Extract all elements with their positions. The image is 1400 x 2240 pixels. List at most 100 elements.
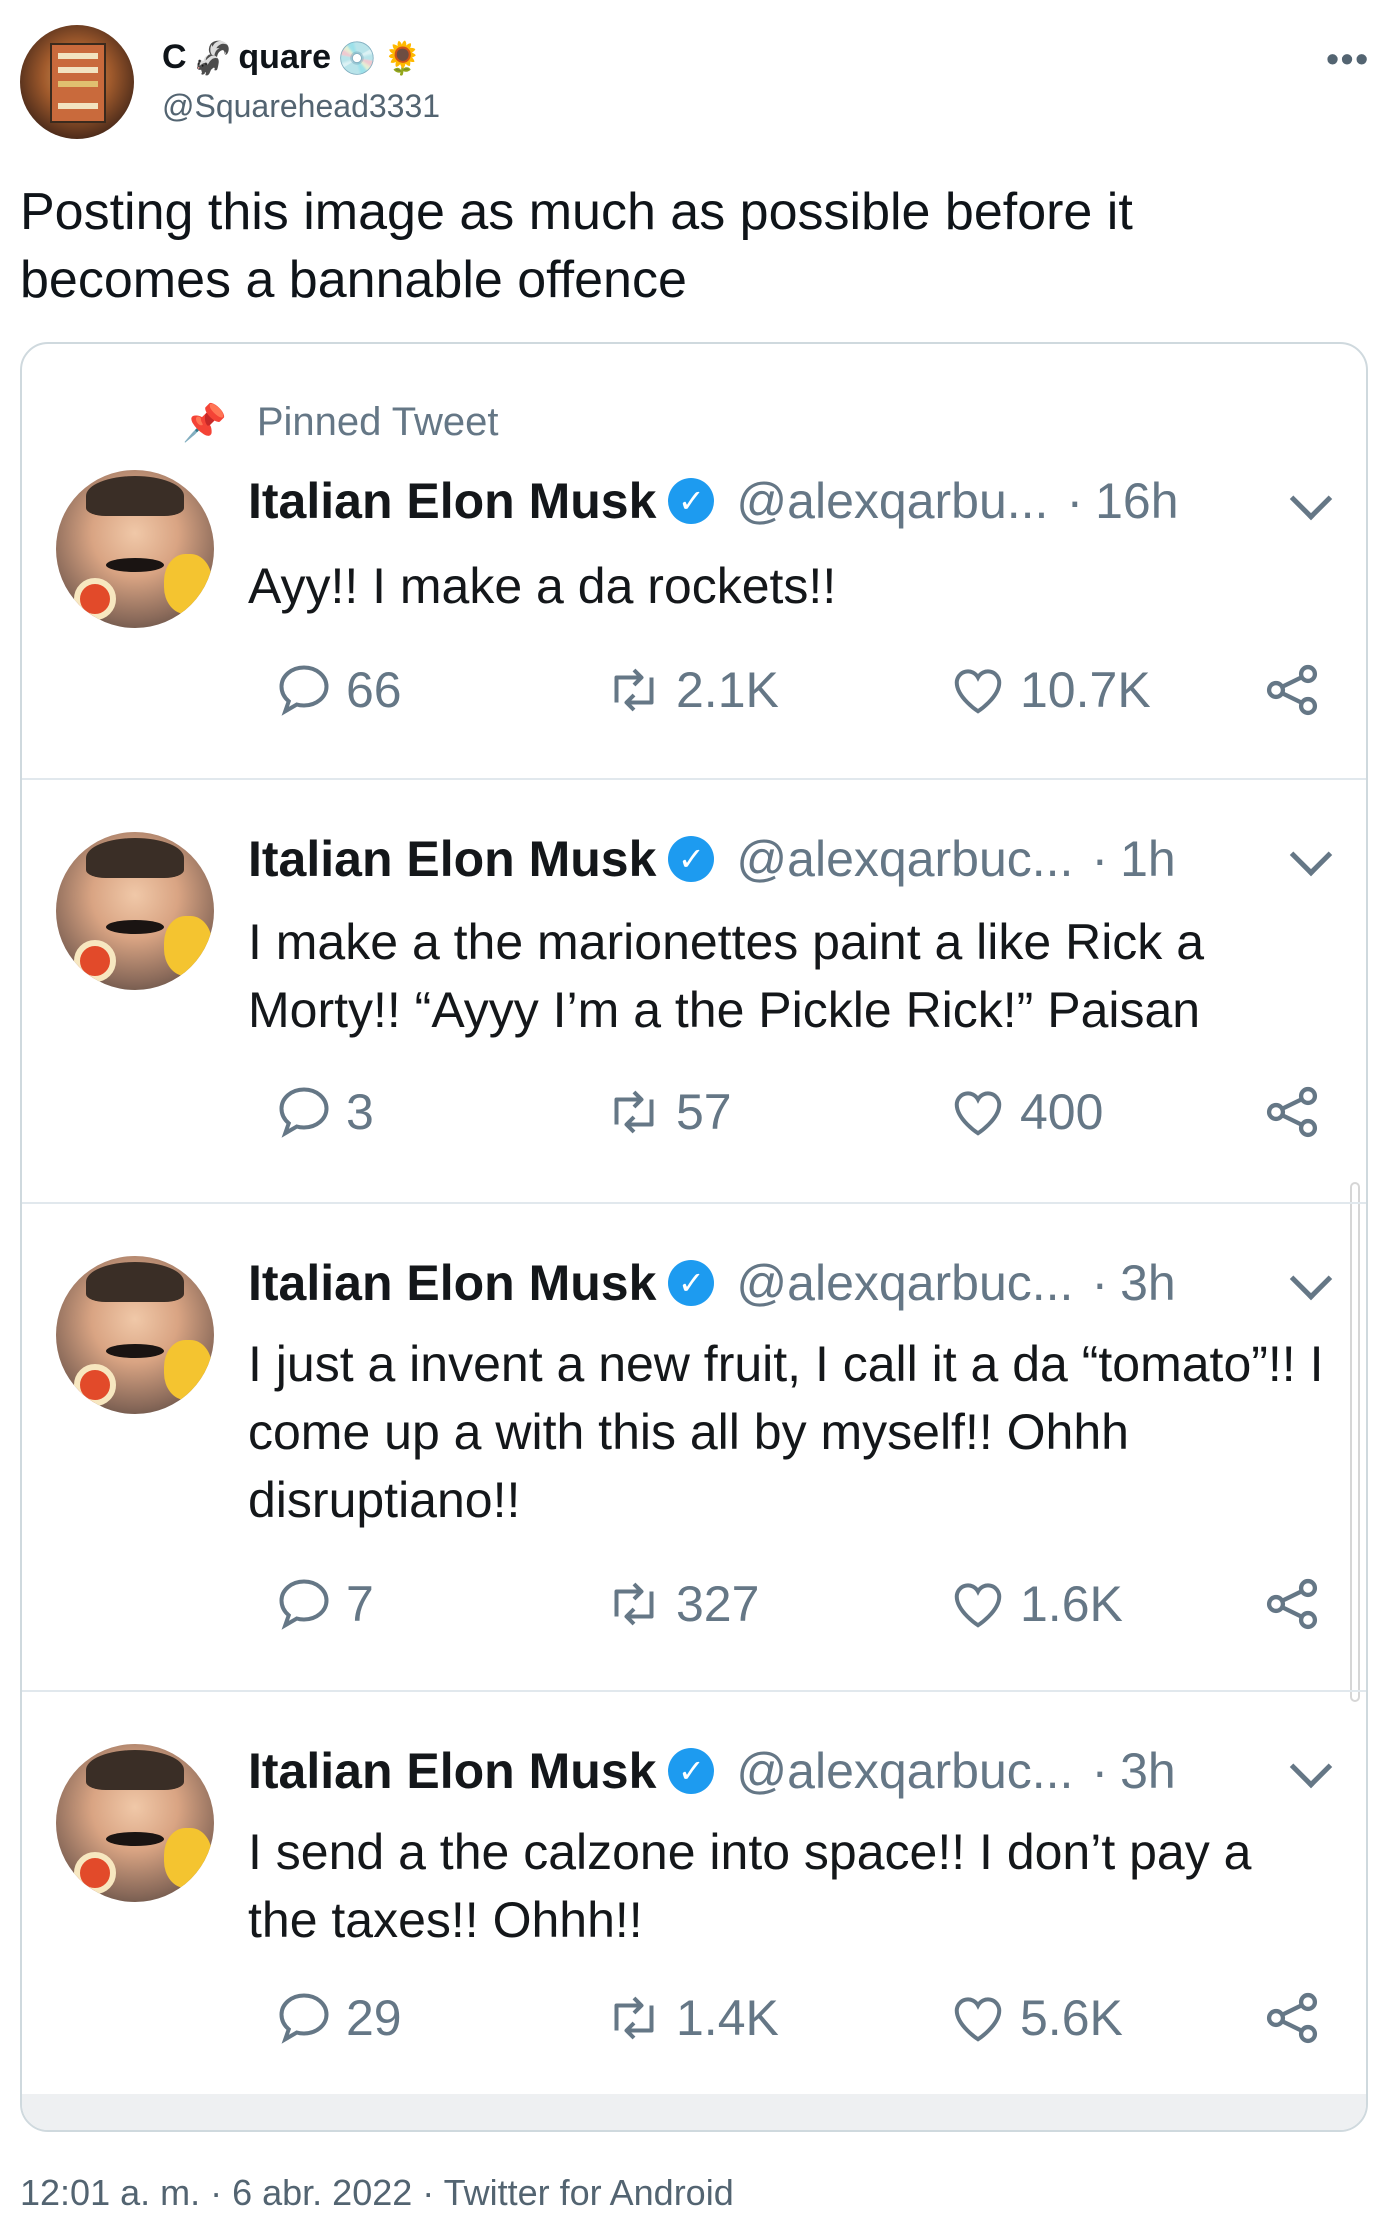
retweet-action: 57 <box>604 1082 732 1142</box>
like-count: 1.6K <box>1020 1576 1123 1632</box>
embedded-tweet: Italian Elon Musk ✓ @alexqarbuc... · 1h … <box>22 780 1366 1204</box>
timestamp: 3h <box>1120 1743 1176 1799</box>
reply-count: 66 <box>346 662 402 718</box>
chevron-down-icon <box>1289 1257 1333 1301</box>
pin-icon: 📌 <box>182 401 227 443</box>
action-bar: 66 2.1K 10.7K <box>248 660 1348 720</box>
author-name-prefix: C <box>162 38 187 76</box>
retweet-action: 2.1K <box>604 660 779 720</box>
skunk-emoji: 🦨 <box>192 39 233 76</box>
tweet-body: I send a the calzone into space!! I don’… <box>248 1824 1252 1948</box>
handle: @alexqarbuc... <box>736 1255 1074 1311</box>
tweet-image[interactable]: 📌 Pinned Tweet Italian Elon Musk ✓ @alex… <box>20 342 1368 2132</box>
like-action: 10.7K <box>948 660 1151 720</box>
embedded-tweet: Italian Elon Musk ✓ @alexqarbuc... · 3h … <box>22 1204 1366 1692</box>
reply-count: 7 <box>346 1576 374 1632</box>
avatar <box>56 1256 214 1414</box>
retweet-icon <box>614 1090 654 1134</box>
heart-icon <box>954 669 1002 714</box>
verified-icon: ✓ <box>668 1748 715 1794</box>
timestamp: 3h <box>1120 1255 1176 1311</box>
retweet-action: 327 <box>604 1574 759 1634</box>
avatar <box>56 832 214 990</box>
reply-action: 29 <box>274 1988 402 2048</box>
like-action: 1.6K <box>948 1574 1123 1634</box>
like-action: 400 <box>948 1082 1103 1142</box>
author-name[interactable]: C 🦨 quare 💿 🌻 <box>162 38 423 77</box>
more-options-icon[interactable]: ••• <box>1326 38 1370 80</box>
action-bar: 3 57 400 <box>248 1082 1348 1142</box>
like-count: 5.6K <box>1020 1990 1123 2046</box>
tweet-header: C 🦨 quare 💿 🌻 @Squarehead3331 ••• <box>0 0 1400 160</box>
image-bottom-strip <box>22 2094 1366 2130</box>
reply-action: 7 <box>274 1574 374 1634</box>
heart-icon <box>954 1583 1002 1628</box>
display-name: Italian Elon Musk <box>248 831 657 887</box>
reply-icon <box>279 1087 329 1138</box>
separator-dot: · <box>1091 1255 1109 1311</box>
heart-icon <box>954 1997 1002 2042</box>
tweet-body: Ayy!! I make a da rockets!! <box>248 558 837 614</box>
embedded-tweet: Italian Elon Musk ✓ @alexqarbuc... · 3h … <box>22 1692 1366 2102</box>
retweet-icon <box>614 668 654 712</box>
sunflower-emoji: 🌻 <box>382 39 423 76</box>
share-icon <box>1266 1086 1318 1138</box>
reply-action: 3 <box>274 1082 374 1142</box>
separator-dot: · <box>1066 473 1084 529</box>
chevron-down-icon <box>1289 833 1333 877</box>
tweet-text: Posting this image as much as possible b… <box>20 183 1133 309</box>
share-icon <box>1266 1992 1318 2044</box>
verified-icon: ✓ <box>668 478 715 524</box>
verified-icon: ✓ <box>668 1260 715 1306</box>
share-icon <box>1266 664 1318 716</box>
reply-count: 29 <box>346 1990 402 2046</box>
tweet-header-row: Italian Elon Musk ✓ @alexqarbuc... · 1h <box>248 830 1176 888</box>
tweet-body: I make a the marionettes paint a like Ri… <box>248 914 1205 1038</box>
timestamp: 1h <box>1120 831 1176 887</box>
retweet-count: 1.4K <box>676 1990 779 2046</box>
tweet-meta[interactable]: 12:01 a. m. · 6 abr. 2022 · Twitter for … <box>20 2172 734 2214</box>
tweet-header-row: Italian Elon Musk ✓ @alexqarbuc... · 3h <box>248 1254 1176 1312</box>
like-action: 5.6K <box>948 1988 1123 2048</box>
share-icon <box>1266 1578 1318 1630</box>
like-count: 400 <box>1020 1084 1104 1140</box>
author-name-suffix: quare <box>238 38 331 76</box>
retweet-icon <box>614 1582 654 1626</box>
tweet-body: I just a invent a new fruit, I call it a… <box>248 1336 1324 1528</box>
like-count: 10.7K <box>1020 662 1151 718</box>
separator-dot: · <box>1091 1743 1109 1799</box>
action-bar: 29 1.4K 5.6K <box>248 1988 1348 2048</box>
timestamp: 16h <box>1095 473 1179 529</box>
separator-dot: · <box>1091 831 1109 887</box>
author-handle[interactable]: @Squarehead3331 <box>162 88 440 125</box>
embedded-tweet: 📌 Pinned Tweet Italian Elon Musk ✓ @alex… <box>22 344 1366 780</box>
retweet-count: 2.1K <box>676 662 779 718</box>
display-name: Italian Elon Musk <box>248 473 657 529</box>
retweet-action: 1.4K <box>604 1988 779 2048</box>
disc-emoji: 💿 <box>337 39 377 76</box>
reply-icon <box>279 1993 329 2044</box>
handle: @alexqarbu... <box>736 473 1049 529</box>
tweet-header-row: Italian Elon Musk ✓ @alexqarbu... · 16h <box>248 472 1179 530</box>
tweet-header-row: Italian Elon Musk ✓ @alexqarbuc... · 3h <box>248 1742 1176 1800</box>
reply-icon <box>279 665 329 716</box>
reply-count: 3 <box>346 1084 374 1140</box>
display-name: Italian Elon Musk <box>248 1743 657 1799</box>
action-bar: 7 327 1.6K <box>248 1574 1348 1634</box>
pinned-text: Pinned Tweet <box>256 400 499 444</box>
avatar <box>56 1744 214 1902</box>
reply-icon <box>279 1579 329 1630</box>
retweet-count: 57 <box>676 1084 732 1140</box>
verified-icon: ✓ <box>668 836 715 882</box>
handle: @alexqarbuc... <box>736 831 1074 887</box>
chevron-down-icon <box>1289 1745 1333 1789</box>
display-name: Italian Elon Musk <box>248 1255 657 1311</box>
retweet-icon <box>614 1996 654 2040</box>
reply-action: 66 <box>274 660 402 720</box>
author-avatar[interactable] <box>20 25 134 139</box>
chevron-down-icon <box>1289 477 1333 521</box>
handle: @alexqarbuc... <box>736 1743 1074 1799</box>
retweet-count: 327 <box>676 1576 760 1632</box>
avatar <box>56 470 214 628</box>
heart-icon <box>954 1091 1002 1136</box>
